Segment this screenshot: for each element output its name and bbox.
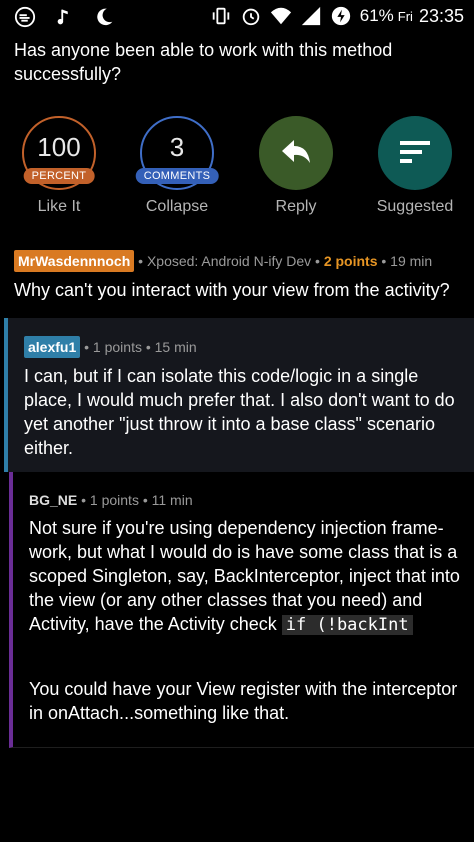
author-flair: • Xposed: Android N-ify Dev •	[134, 253, 324, 269]
like-percent-value: 100	[37, 132, 81, 162]
vibrate-icon	[212, 7, 229, 25]
collapse-label: Collapse	[145, 198, 209, 215]
battery-percent: 61%	[359, 6, 394, 25]
comments-circle[interactable]: 3 COMMENTS	[135, 116, 219, 190]
comments-badge: COMMENTS	[135, 168, 219, 184]
status-bar: 61% Fri 23:35	[0, 0, 474, 34]
battery-icon	[331, 6, 350, 26]
comment-body: Not sure if you're using dependency inje…	[29, 516, 464, 637]
reply-action[interactable]: Reply	[241, 116, 351, 216]
like-circle[interactable]: 100 PERCENT	[22, 116, 96, 190]
wifi-icon	[270, 7, 291, 25]
moon-icon	[97, 8, 113, 26]
suggested-action[interactable]: Suggested	[360, 116, 470, 216]
signal-icon	[301, 6, 320, 26]
suggested-button[interactable]	[378, 116, 452, 190]
comment-time: • 19 min	[377, 253, 433, 269]
comment-author[interactable]: MrWasdennnoch	[14, 250, 135, 272]
comment-meta: MrWasdennnoch • Xposed: Android N-ify De…	[14, 250, 460, 272]
comment-meta-text: • 1 points • 11 min	[77, 492, 193, 508]
comment-body-followup: You could have your View register with t…	[29, 679, 458, 723]
comments-count: 3	[169, 132, 185, 162]
comment[interactable]: MrWasdennnoch • Xposed: Android N-ify De…	[0, 250, 474, 302]
percent-badge: PERCENT	[23, 168, 95, 184]
collapse-action[interactable]: 3 COMMENTS Collapse	[122, 116, 232, 216]
like-action[interactable]: 100 PERCENT Like It	[4, 116, 114, 216]
action-row: 100 PERCENT Like It 3 COMMENTS Collapse …	[0, 116, 474, 226]
reply-button[interactable]	[259, 116, 333, 190]
comment-meta: BG_NE • 1 points • 11 min	[29, 490, 464, 510]
suggested-label: Suggested	[376, 198, 454, 215]
comment-body: Why can't you interact with your view fr…	[14, 280, 450, 300]
nested-reply-comment[interactable]: BG_NE • 1 points • 11 min Not sure if yo…	[9, 472, 474, 748]
app-icon	[14, 6, 36, 28]
music-icon	[57, 9, 68, 25]
suggested-lines-icon	[400, 141, 430, 163]
post-title: Has anyone been able to work with this m…	[14, 40, 393, 84]
comment-body: I can, but if I can isolate this code/lo…	[24, 366, 455, 458]
reply-arrow-icon	[282, 140, 310, 163]
day-label: Fri	[397, 8, 413, 24]
inline-code: if (!backInt	[281, 615, 413, 635]
reply-comment[interactable]: alexfu1 • 1 points • 15 min I can, but i…	[4, 318, 474, 472]
comment-author[interactable]: alexfu1	[24, 336, 81, 358]
alarm-icon	[242, 8, 259, 26]
clock: 23:35	[418, 5, 464, 26]
comment-meta: alexfu1 • 1 points • 15 min	[24, 336, 464, 358]
like-label: Like It	[37, 198, 81, 215]
comment-meta-text: • 1 points • 15 min	[80, 339, 197, 355]
comment-points: 2 points	[323, 253, 378, 269]
comment-author[interactable]: BG_NE	[29, 492, 77, 508]
reply-label: Reply	[275, 198, 317, 215]
